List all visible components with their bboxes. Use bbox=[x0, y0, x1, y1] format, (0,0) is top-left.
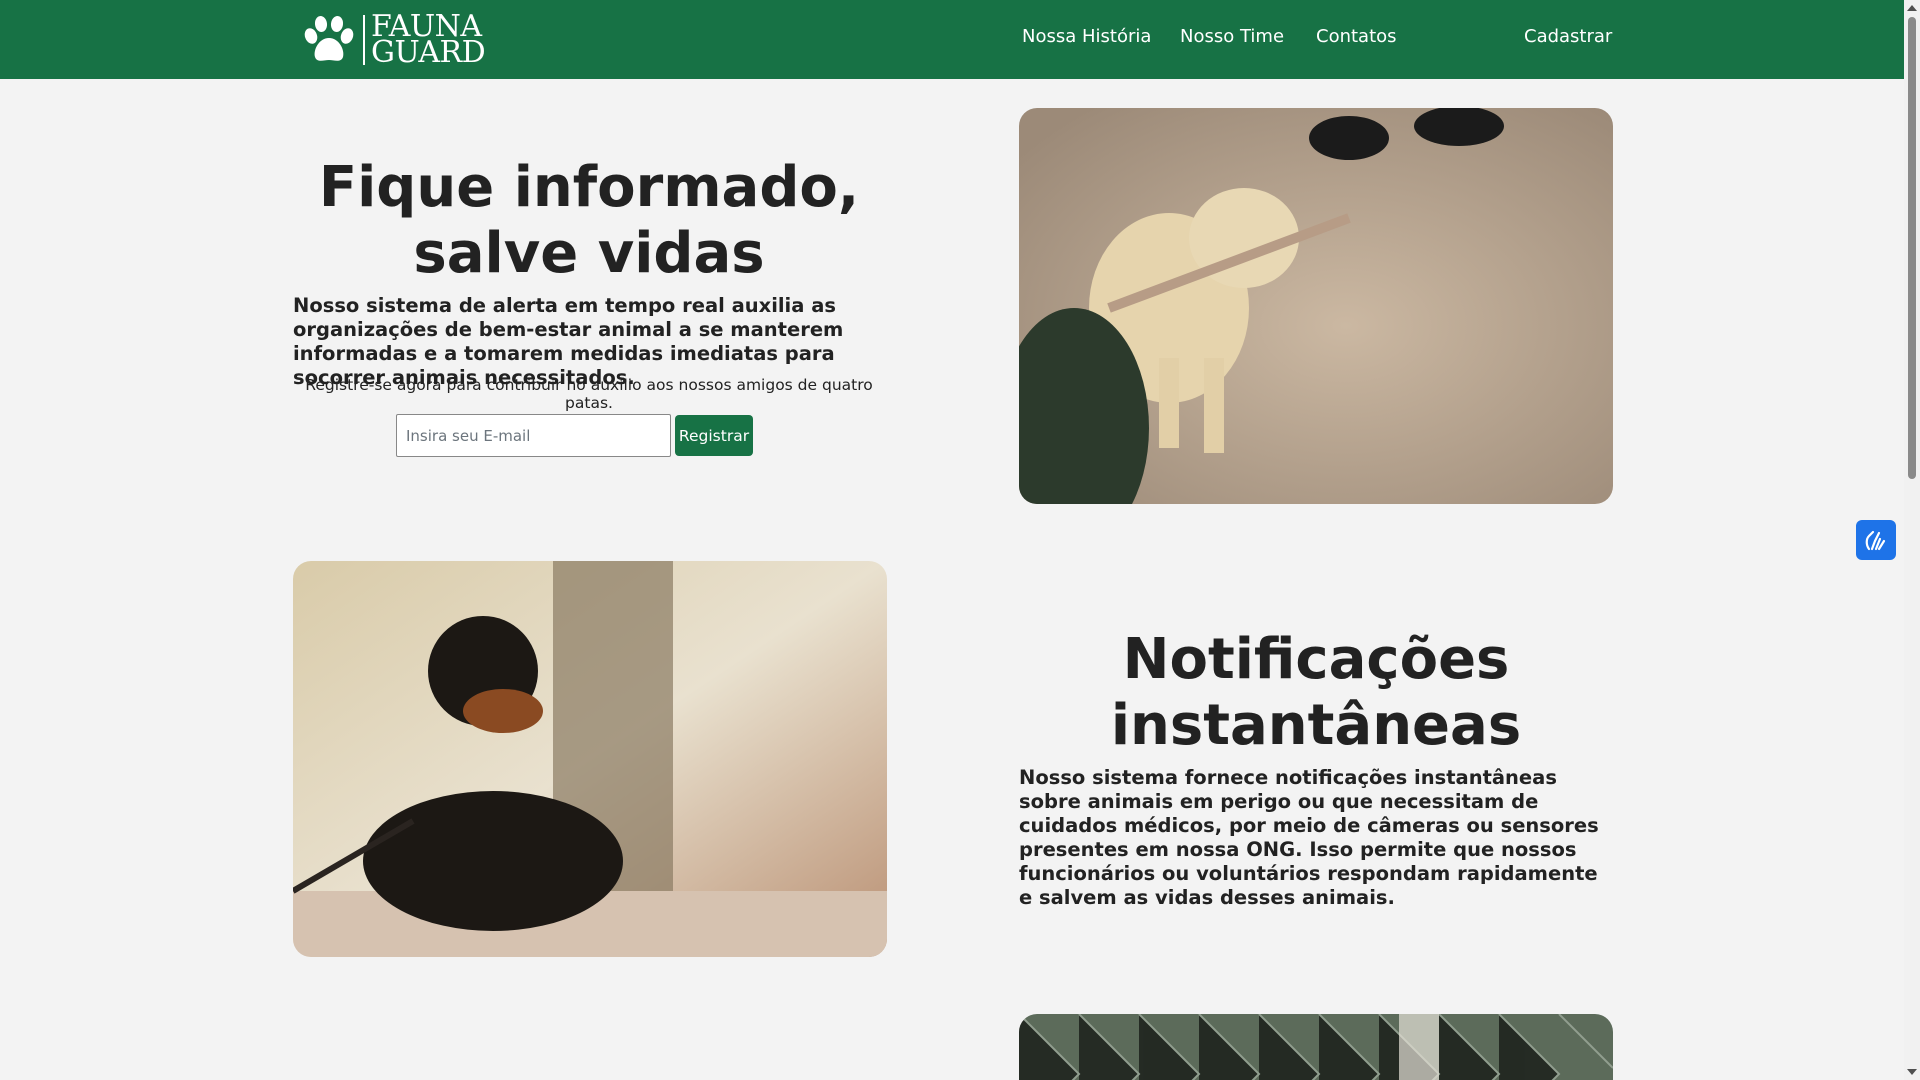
paw-icon bbox=[304, 15, 354, 61]
hero-subtitle: Registre-se agora para contribuir no aux… bbox=[305, 376, 873, 412]
brand-name: FAUNA GUARD bbox=[371, 11, 486, 70]
vertical-scrollbar[interactable] bbox=[1904, 0, 1920, 1080]
rottweiler-photo bbox=[293, 561, 887, 957]
kennel-photo bbox=[1019, 1014, 1613, 1080]
nav-link-nossa-historia[interactable]: Nossa História bbox=[1022, 26, 1151, 47]
feature-title: Notificações instantâneas bbox=[1110, 627, 1522, 758]
logo-divider bbox=[363, 14, 365, 65]
labrador-photo bbox=[1019, 108, 1613, 504]
brand-name-line2: GUARD bbox=[371, 34, 486, 70]
register-button[interactable]: Registrar bbox=[675, 415, 753, 456]
scroll-thumb[interactable] bbox=[1908, 17, 1916, 479]
scroll-up-arrow-icon[interactable] bbox=[1907, 5, 1917, 11]
hero-title: Fique informado, salve vidas bbox=[318, 155, 860, 286]
logo[interactable]: FAUNA GUARD bbox=[303, 11, 486, 70]
email-input[interactable] bbox=[396, 414, 671, 457]
navbar: FAUNA GUARD Nossa História Nosso Time Co… bbox=[0, 0, 1904, 79]
scroll-down-arrow-icon[interactable] bbox=[1907, 1069, 1917, 1075]
nav-link-nosso-time[interactable]: Nosso Time bbox=[1180, 26, 1284, 47]
nav-link-cadastrar[interactable]: Cadastrar bbox=[1524, 26, 1612, 47]
nav-link-contatos[interactable]: Contatos bbox=[1316, 26, 1397, 47]
feature-description: Nosso sistema fornece notificações insta… bbox=[1019, 766, 1599, 909]
sign-language-hands-icon bbox=[1865, 530, 1886, 551]
accessibility-button[interactable] bbox=[1856, 520, 1896, 560]
